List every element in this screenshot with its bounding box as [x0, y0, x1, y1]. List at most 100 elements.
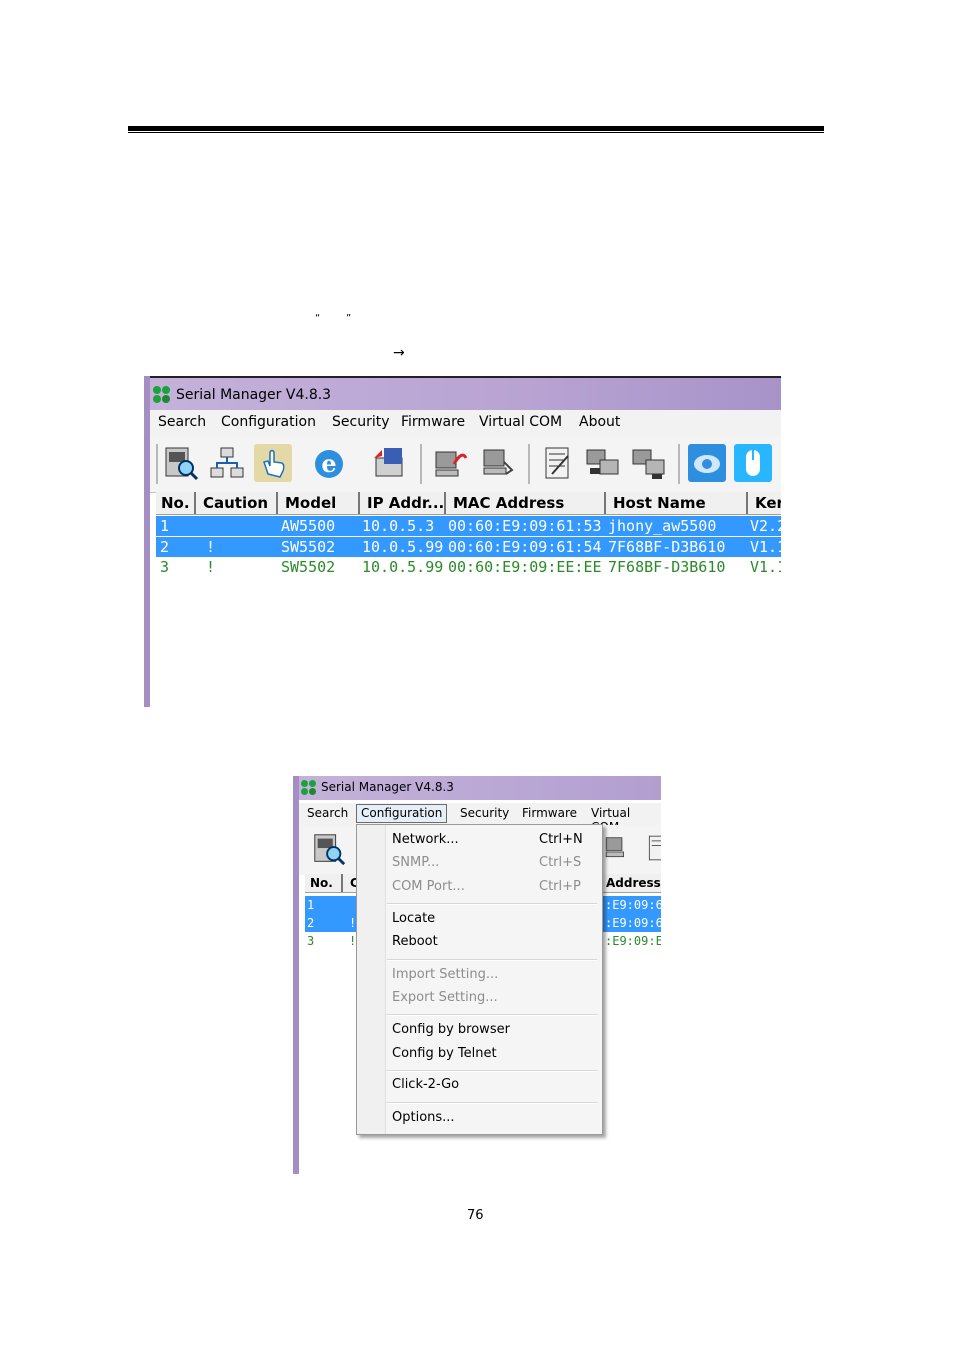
table-row[interactable]: 3 ! SW5502 10.0.5.99 00:60:E9:09:EE:EE 7…	[156, 557, 781, 577]
menu-search[interactable]: Search	[307, 806, 348, 820]
app-logo-icon	[301, 780, 317, 796]
menu-item-config-by-browser[interactable]: Config by browser	[392, 1022, 510, 1037]
cell-mac: 00:60:E9:09:61:54	[448, 538, 602, 556]
search-icon[interactable]	[162, 444, 200, 482]
column-no[interactable]: No.	[156, 492, 196, 514]
menu-item-config-by-telnet[interactable]: Config by Telnet	[392, 1046, 497, 1061]
cell-no: 2	[307, 916, 315, 930]
menu-security[interactable]: Security	[332, 414, 390, 430]
vcom-a-icon[interactable]	[584, 444, 622, 482]
cell-mac: :E9:09:6	[605, 898, 661, 912]
cell-ip: 10.0.5.3	[362, 517, 435, 535]
cell-ip: 10.0.5.99	[362, 558, 444, 576]
cell-ip: 10.0.5.99	[362, 538, 444, 556]
configuration-dropdown-menu: Network... Ctrl+N SNMP... Ctrl+S COM Por…	[356, 824, 603, 1135]
cell-host: jhony_aw5500	[608, 517, 717, 535]
menu-firmware[interactable]: Firmware	[401, 414, 465, 430]
column-kernel[interactable]: Kerr	[750, 492, 781, 514]
column-model[interactable]: Model	[280, 492, 360, 514]
toolbar-separator	[156, 444, 158, 484]
cell-caution: !	[206, 558, 216, 576]
cell-mac: :E9:09:6	[605, 916, 661, 930]
menu-item-options[interactable]: Options...	[392, 1110, 455, 1125]
cell-no: 2	[160, 538, 170, 556]
menu-item-com-port[interactable]: COM Port...	[392, 879, 465, 894]
upload-firmware-icon[interactable]	[432, 444, 470, 482]
cell-no: 3	[160, 558, 170, 576]
download-firmware-icon[interactable]	[480, 444, 518, 482]
menu-separator	[387, 1070, 597, 1072]
cell-kernel: V1.1	[750, 558, 781, 576]
menu-item-snmp[interactable]: SNMP...	[392, 855, 439, 870]
column-no[interactable]: No.	[305, 874, 343, 892]
column-mac-address[interactable]: MAC Address	[448, 492, 606, 514]
menu-item-locate[interactable]: Locate	[392, 911, 435, 926]
cell-model: SW5502	[281, 538, 336, 556]
shortcut-com-port: Ctrl+P	[539, 879, 581, 894]
column-mac-address[interactable]: Address	[601, 874, 661, 892]
config-sheet-icon[interactable]	[643, 831, 661, 865]
arrow-glyph: →	[393, 345, 405, 361]
menu-separator	[387, 1102, 597, 1104]
cell-no: 1	[160, 517, 170, 535]
menu-item-click-2-go[interactable]: Click-2-Go	[392, 1077, 459, 1092]
cell-mac: 00:60:E9:09:EE:EE	[448, 558, 602, 576]
browser-icon[interactable]: e	[310, 444, 348, 482]
menu-item-import-setting[interactable]: Import Setting...	[392, 967, 498, 982]
menu-item-export-setting[interactable]: Export Setting...	[392, 990, 498, 1005]
menu-bar: Search Configuration Security Firmware V…	[150, 410, 781, 437]
toolbar-separator	[528, 444, 530, 484]
cell-host: 7F68BF-D3B610	[608, 558, 726, 576]
column-host-name[interactable]: Host Name	[608, 492, 748, 514]
vcom-b-icon[interactable]	[630, 444, 668, 482]
menu-about[interactable]: About	[579, 414, 620, 430]
locate-hand-icon[interactable]	[254, 444, 292, 482]
svg-text:e: e	[321, 449, 336, 478]
save-config-icon[interactable]	[370, 444, 408, 482]
toolbar-separator	[678, 444, 680, 484]
menu-separator	[387, 959, 597, 961]
network-icon[interactable]	[208, 444, 246, 482]
table-row[interactable]: 1 AW5500 10.0.5.3 00:60:E9:09:61:53 jhon…	[156, 516, 781, 536]
table-row[interactable]: 2 ! SW5502 10.0.5.99 00:60:E9:09:61:54 7…	[156, 537, 781, 557]
menu-icon-gutter	[357, 825, 386, 1134]
config-sheet-icon[interactable]	[538, 444, 576, 482]
shortcut-snmp: Ctrl+S	[539, 855, 582, 870]
cell-kernel: V1.1	[750, 538, 781, 556]
mouse-icon[interactable]	[734, 444, 772, 482]
toolbar-separator	[420, 444, 422, 484]
toolbar: e	[150, 436, 781, 493]
cell-caution: !	[206, 538, 216, 556]
menu-firmware[interactable]: Firmware	[522, 806, 577, 820]
menu-bar: Search Configuration Security Firmware V…	[299, 803, 661, 834]
download-firmware-icon[interactable]	[603, 833, 633, 863]
column-caution[interactable]: Caution	[198, 492, 278, 514]
page-number: 76	[467, 1208, 484, 1223]
header-rule-thin	[128, 132, 824, 133]
column-ip-address[interactable]: IP Addr...	[362, 492, 446, 514]
menu-configuration[interactable]: Configuration	[221, 414, 316, 430]
cell-model: AW5500	[281, 517, 336, 535]
menu-security[interactable]: Security	[460, 806, 509, 820]
shortcut-network: Ctrl+N	[539, 832, 583, 847]
table-header: No. Caution Model IP Addr... MAC Address…	[156, 492, 781, 515]
cell-host: 7F68BF-D3B610	[608, 538, 726, 556]
title-bar[interactable]: Serial Manager V4.8.3	[299, 776, 661, 800]
serial-manager-window: Serial Manager V4.8.3 Search Configurati…	[144, 376, 781, 707]
menu-search[interactable]: Search	[158, 414, 206, 430]
search-icon[interactable]	[311, 831, 347, 867]
cell-model: SW5502	[281, 558, 336, 576]
title-bar[interactable]: Serial Manager V4.8.3	[150, 376, 781, 410]
menu-item-network[interactable]: Network...	[392, 832, 459, 847]
cell-kernel: V2.2	[750, 517, 781, 535]
open-quote: “	[315, 313, 321, 324]
menu-configuration[interactable]: Configuration	[356, 804, 448, 823]
window-title: Serial Manager V4.8.3	[321, 780, 454, 794]
menu-item-reboot[interactable]: Reboot	[392, 934, 438, 949]
menu-separator	[387, 1014, 597, 1016]
cell-no: 3	[307, 934, 315, 948]
window-title: Serial Manager V4.8.3	[176, 387, 332, 403]
menu-virtual-com[interactable]: Virtual COM	[479, 414, 562, 430]
app-logo-icon	[153, 386, 171, 404]
phone-icon[interactable]	[688, 444, 726, 482]
